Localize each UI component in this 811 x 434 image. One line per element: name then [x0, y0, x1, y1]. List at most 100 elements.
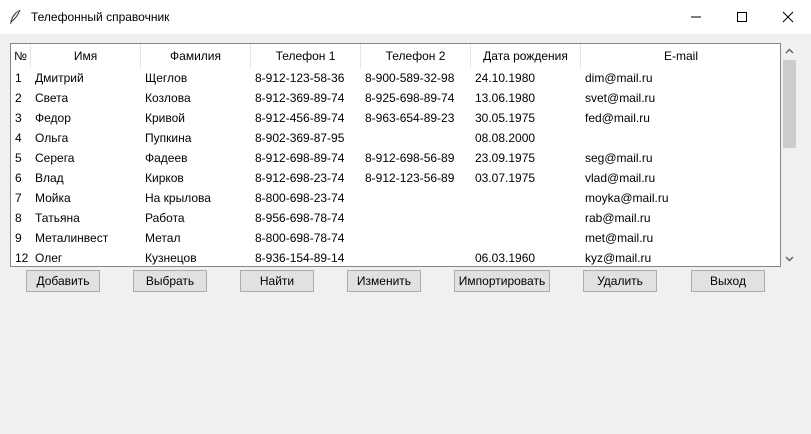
- cell-phone1: 8-912-456-89-74: [255, 111, 345, 125]
- cell-phone2: 8-900-589-32-98: [365, 71, 455, 85]
- exit-button[interactable]: Выход: [691, 270, 765, 292]
- column-header-label: Телефон 2: [385, 49, 446, 63]
- cell-number: 1: [15, 71, 22, 85]
- table-row[interactable]: 8 Татьяна Работа 8-956-698-78-74 rab@mai…: [11, 208, 780, 228]
- cell-name: Федор: [35, 111, 71, 125]
- cell-phone2: 8-925-698-89-74: [365, 91, 455, 105]
- delete-button[interactable]: Удалить: [583, 270, 657, 292]
- table-row[interactable]: 9 Металинвест Метал 8-800-698-78-74 met@…: [11, 228, 780, 248]
- column-header-name[interactable]: Имя: [31, 44, 141, 68]
- cell-phone2: 8-963-654-89-23: [365, 111, 455, 125]
- column-header-label: Дата рождения: [483, 49, 568, 63]
- cell-email: rab@mail.ru: [585, 211, 651, 225]
- cell-phone2: [365, 228, 469, 248]
- cell-number: 12: [15, 251, 29, 265]
- cell-phone2: [365, 128, 469, 148]
- cell-phone2: [365, 248, 469, 266]
- cell-number: 6: [15, 171, 22, 185]
- cell-surname: Метал: [145, 231, 181, 245]
- cell-name: Дмитрий: [35, 71, 84, 85]
- cell-name: Олег: [35, 251, 63, 265]
- cell-surname: Фадеев: [145, 151, 188, 165]
- cell-email: vlad@mail.ru: [585, 171, 656, 185]
- cell-email: met@mail.ru: [585, 231, 654, 245]
- select-button[interactable]: Выбрать: [133, 270, 207, 292]
- chevron-down-icon: [785, 256, 794, 262]
- cell-phone2: [365, 208, 469, 228]
- scroll-up-button[interactable]: [781, 43, 798, 59]
- cell-phone1: 8-912-123-58-36: [255, 71, 345, 85]
- cell-phone1: 8-902-369-87-95: [255, 131, 345, 145]
- cell-email: fed@mail.ru: [585, 111, 650, 125]
- cell-name: Мойка: [35, 191, 71, 205]
- cell-surname: Кузнецов: [145, 251, 197, 265]
- cell-phone1: 8-912-698-89-74: [255, 151, 345, 165]
- cell-email: svet@mail.ru: [585, 91, 656, 105]
- close-icon: [782, 11, 794, 23]
- cell-birthdate: [475, 228, 579, 248]
- cell-number: 8: [15, 211, 22, 225]
- table-row[interactable]: 1 Дмитрий Щеглов 8-912-123-58-36 8-900-5…: [11, 68, 780, 88]
- cell-phone1: 8-912-369-89-74: [255, 91, 345, 105]
- minimize-button[interactable]: [673, 0, 719, 34]
- cell-surname: Кирков: [145, 171, 184, 185]
- cell-phone2: 8-912-698-56-89: [365, 151, 455, 165]
- cell-birthdate: 08.08.2000: [475, 131, 536, 145]
- cell-phone1: 8-936-154-89-14: [255, 251, 345, 265]
- close-button[interactable]: [765, 0, 811, 34]
- cell-phone1: 8-800-698-23-74: [255, 191, 345, 205]
- minimize-icon: [691, 16, 701, 18]
- cell-surname: Козлова: [145, 91, 191, 105]
- column-header-number[interactable]: №: [11, 44, 31, 68]
- cell-email: dim@mail.ru: [585, 71, 653, 85]
- scrollbar-thumb[interactable]: [783, 60, 796, 148]
- column-header-email[interactable]: E-mail: [581, 44, 780, 68]
- chevron-up-icon: [785, 48, 794, 54]
- cell-email: seg@mail.ru: [585, 151, 653, 165]
- find-button[interactable]: Найти: [240, 270, 314, 292]
- column-header-label: №: [14, 49, 27, 63]
- table-row[interactable]: 6 Влад Кирков 8-912-698-23-74 8-912-123-…: [11, 168, 780, 188]
- import-button[interactable]: Импортировать: [454, 270, 550, 292]
- cell-number: 3: [15, 111, 22, 125]
- table-row[interactable]: 3 Федор Кривой 8-912-456-89-74 8-963-654…: [11, 108, 780, 128]
- cell-name: Серега: [35, 151, 75, 165]
- cell-email: [585, 128, 775, 148]
- cell-name: Татьяна: [35, 211, 80, 225]
- column-header-label: Имя: [73, 49, 98, 63]
- table-row[interactable]: 12 Олег Кузнецов 8-936-154-89-14 06.03.1…: [11, 248, 780, 266]
- column-header-birthdate[interactable]: Дата рождения: [471, 44, 581, 68]
- column-header-label: Фамилия: [170, 49, 221, 63]
- cell-number: 4: [15, 131, 22, 145]
- scroll-down-button[interactable]: [781, 251, 798, 267]
- cell-surname: Кривой: [145, 111, 185, 125]
- contacts-table[interactable]: № Имя Фамилия Телефон 1 Телефон 2 Дата р…: [10, 43, 781, 267]
- window-title: Телефонный справочник: [31, 10, 170, 24]
- cell-number: 7: [15, 191, 22, 205]
- cell-number: 2: [15, 91, 22, 105]
- table-row[interactable]: 2 Света Козлова 8-912-369-89-74 8-925-69…: [11, 88, 780, 108]
- cell-phone2: 8-912-123-56-89: [365, 171, 455, 185]
- cell-email: kyz@mail.ru: [585, 251, 652, 265]
- column-header-label: E-mail: [663, 49, 698, 63]
- cell-name: Ольга: [35, 131, 69, 145]
- add-button[interactable]: Добавить: [26, 270, 100, 292]
- cell-birthdate: 23.09.1975: [475, 151, 536, 165]
- cell-name: Металинвест: [35, 231, 109, 245]
- cell-surname: Работа: [145, 211, 185, 225]
- cell-number: 5: [15, 151, 22, 165]
- table-row[interactable]: 7 Мойка На крылова 8-800-698-23-74 moyka…: [11, 188, 780, 208]
- table-row[interactable]: 5 Серега Фадеев 8-912-698-89-74 8-912-69…: [11, 148, 780, 168]
- column-header-phone2[interactable]: Телефон 2: [361, 44, 471, 68]
- edit-button[interactable]: Изменить: [347, 270, 421, 292]
- column-header-phone1[interactable]: Телефон 1: [251, 44, 361, 68]
- cell-surname: Щеглов: [145, 71, 188, 85]
- cell-birthdate: 13.06.1980: [475, 91, 536, 105]
- table-header: № Имя Фамилия Телефон 1 Телефон 2 Дата р…: [11, 44, 780, 68]
- maximize-button[interactable]: [719, 0, 765, 34]
- cell-phone1: 8-956-698-78-74: [255, 211, 345, 225]
- vertical-scrollbar[interactable]: [781, 43, 798, 267]
- table-row[interactable]: 4 Ольга Пупкина 8-902-369-87-95 08.08.20…: [11, 128, 780, 148]
- column-header-surname[interactable]: Фамилия: [141, 44, 251, 68]
- cell-phone2: [365, 188, 469, 208]
